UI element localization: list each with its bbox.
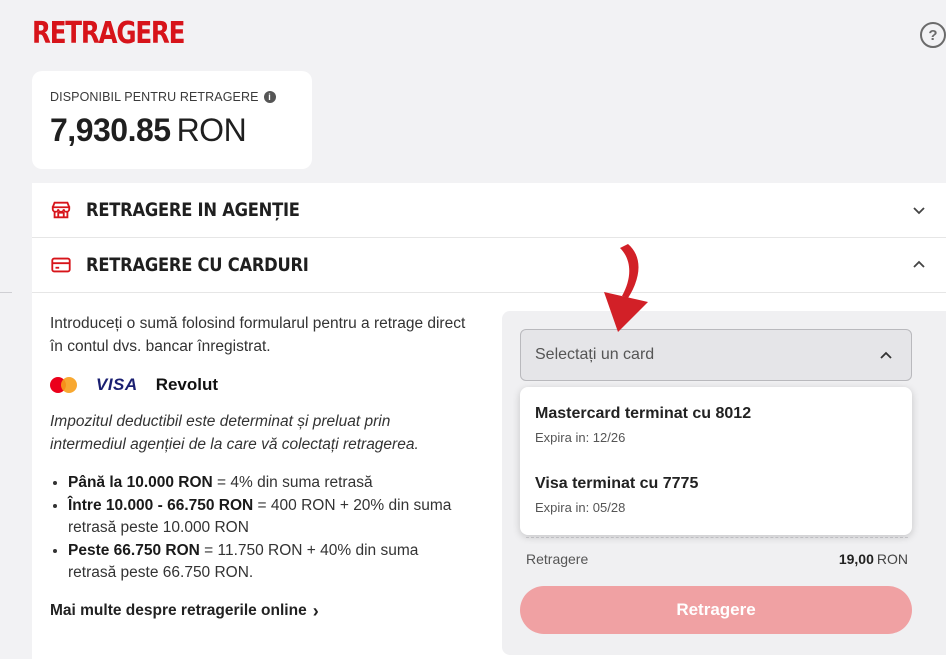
balance-card: DISPONIBIL PENTRU RETRAGERE i 7,930.85 RO… (32, 71, 312, 169)
annotation-arrow-icon (604, 244, 648, 332)
balance-amount: 7,930.85 (50, 112, 171, 148)
withdraw-methods-accordion: RETRAGERE IN AGENȚIE RETRAGERE CU CARDUR… (32, 183, 946, 659)
balance-value: 7,930.85 RON (50, 112, 294, 148)
intro-text: Introduceți o sumă folosind formularul p… (50, 315, 466, 355)
section-title-agency: RETRAGERE IN AGENȚIE (86, 199, 300, 221)
balance-currency: RON (176, 112, 247, 148)
section-title-cards: RETRAGERE CU CARDURI (86, 254, 309, 276)
revolut-logo: Revolut (155, 375, 219, 394)
payment-logos: VISA Revolut (50, 374, 470, 396)
mastercard-logo (50, 375, 78, 395)
withdraw-button[interactable]: Retragere (520, 586, 912, 634)
list-item: Peste 66.750 RON = 11.750 RON + 40% din … (68, 540, 470, 585)
help-icon[interactable]: ? (920, 22, 946, 48)
list-item: Între 10.000 - 66.750 RON = 400 RON + 20… (68, 495, 470, 540)
chevron-up-icon[interactable] (912, 258, 926, 272)
store-icon (51, 201, 71, 219)
info-icon[interactable]: i (263, 91, 276, 103)
card-option-expiry: Expira in: 05/28 (535, 500, 626, 515)
card-dropdown: Mastercard terminat cu 8012 Expira in: 1… (520, 387, 912, 535)
section-header-agency[interactable]: RETRAGERE IN AGENȚIE (32, 183, 946, 238)
fee-currency: RON (876, 551, 908, 567)
fee-label: Retragere (526, 551, 589, 567)
card-select[interactable]: Selectați un card (520, 329, 912, 381)
divider (0, 292, 12, 293)
section-header-cards[interactable]: RETRAGERE CU CARDURI (32, 238, 946, 293)
page-title: RETRAGERE (32, 16, 185, 51)
divider (526, 537, 908, 538)
tax-note: Impozitul deductibil este determinat și … (50, 413, 419, 453)
card-option-name: Visa terminat cu 7775 (535, 475, 699, 492)
card-info: Introduceți o sumă folosind formularul p… (50, 312, 470, 622)
fee-value-group: 19,00 RON (839, 551, 908, 567)
visa-logo: VISA (96, 375, 138, 394)
chevron-right-icon: › (312, 600, 319, 621)
more-info-link[interactable]: Mai multe despre retragerile online › (50, 601, 470, 622)
balance-label-row: DISPONIBIL PENTRU RETRAGERE i (50, 90, 294, 104)
balance-label: DISPONIBIL PENTRU RETRAGERE (50, 90, 259, 104)
chevron-down-icon[interactable] (912, 203, 926, 217)
card-option[interactable]: Mastercard terminat cu 8012 Expira in: 1… (535, 405, 751, 445)
card-option-name: Mastercard terminat cu 8012 (535, 405, 752, 422)
withdraw-form-panel: Selectați un card Mastercard terminat cu… (502, 311, 946, 655)
more-info-link-label: Mai multe despre retragerile online (50, 602, 307, 619)
list-item: Până la 10.000 RON = 4% din suma retrasă (68, 472, 470, 495)
card-option[interactable]: Visa terminat cu 7775 Expira in: 05/28 (535, 475, 698, 515)
tax-rules-list: Până la 10.000 RON = 4% din suma retrasă… (50, 472, 470, 585)
card-icon (51, 257, 71, 273)
chevron-up-icon (880, 351, 892, 359)
fee-value: 19,00 (838, 551, 874, 567)
card-select-placeholder: Selectați un card (535, 346, 655, 363)
card-option-expiry: Expira in: 12/26 (535, 430, 626, 445)
fee-row: Retragere 19,00 RON (526, 551, 908, 567)
